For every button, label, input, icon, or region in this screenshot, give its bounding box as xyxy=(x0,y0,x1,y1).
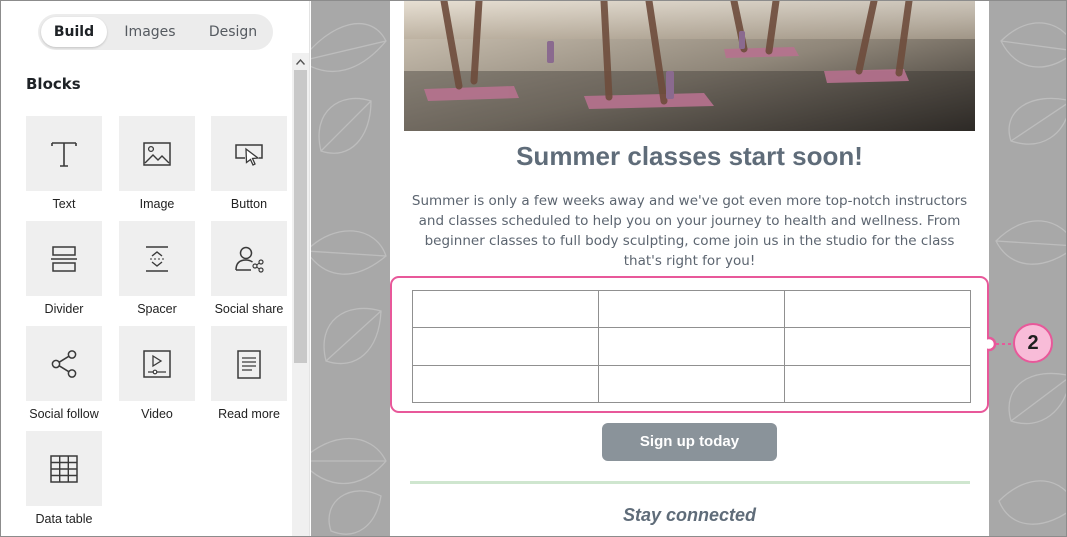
table-cell[interactable] xyxy=(784,364,971,404)
block-social-share[interactable]: Social share xyxy=(211,221,287,316)
stay-connected-heading[interactable]: Stay connected xyxy=(390,505,989,526)
sign-up-button[interactable]: Sign up today xyxy=(602,423,777,461)
block-label: Spacer xyxy=(137,302,177,316)
block-label: Social follow xyxy=(29,407,99,421)
social-follow-icon xyxy=(51,349,77,378)
read-more-icon xyxy=(237,349,261,379)
text-icon xyxy=(51,141,77,167)
divider-icon xyxy=(51,245,77,272)
data-table-icon xyxy=(50,454,78,483)
video-icon xyxy=(143,349,171,378)
block-image[interactable]: Image xyxy=(119,116,195,211)
email-body-text[interactable]: Summer is only a few weeks away and we'v… xyxy=(408,191,971,271)
image-icon xyxy=(143,141,171,166)
data-table-block[interactable] xyxy=(390,276,989,413)
block-divider[interactable]: Divider xyxy=(26,221,102,316)
button-icon xyxy=(235,143,263,166)
callout-badge: 2 xyxy=(1013,323,1053,363)
tab-build[interactable]: Build xyxy=(41,17,107,47)
table-cell[interactable] xyxy=(784,327,971,366)
scroll-up-arrow-icon[interactable] xyxy=(292,53,309,70)
tab-images[interactable]: Images xyxy=(115,17,185,47)
table-row xyxy=(412,327,971,366)
block-data-table[interactable]: Data table xyxy=(26,431,102,526)
social-share-icon xyxy=(235,246,264,273)
data-table[interactable] xyxy=(412,289,971,404)
blocks-heading: Blocks xyxy=(26,75,81,93)
yoga-class-photo xyxy=(404,1,975,131)
block-text[interactable]: Text xyxy=(26,116,102,211)
block-panel: Build Images Design Blocks Text Image Bu… xyxy=(1,1,310,536)
block-label: Data table xyxy=(35,512,93,526)
block-label: Video xyxy=(141,407,173,421)
email-preview: Summer classes start soon! Summer is onl… xyxy=(390,1,989,536)
panel-scrollbar[interactable] xyxy=(292,53,309,536)
block-label: Image xyxy=(139,197,175,211)
block-read-more[interactable]: Read more xyxy=(211,326,287,421)
tab-design[interactable]: Design xyxy=(196,17,270,47)
block-label: Social share xyxy=(214,302,284,316)
table-cell[interactable] xyxy=(598,327,785,366)
spacer-icon xyxy=(146,245,168,272)
table-cell[interactable] xyxy=(784,289,971,329)
block-social-follow[interactable]: Social follow xyxy=(26,326,102,421)
mode-tabs: Build Images Design xyxy=(38,14,273,50)
block-label: Divider xyxy=(44,302,84,316)
app-window: Build Images Design Blocks Text Image Bu… xyxy=(0,0,1067,537)
table-row xyxy=(412,289,971,329)
scrollbar-thumb[interactable] xyxy=(294,70,307,363)
table-row xyxy=(412,364,971,404)
block-label: Read more xyxy=(218,407,280,421)
block-label: Button xyxy=(230,197,268,211)
block-button[interactable]: Button xyxy=(211,116,287,211)
block-spacer[interactable]: Spacer xyxy=(119,221,195,316)
table-cell[interactable] xyxy=(598,364,785,404)
divider-line[interactable] xyxy=(410,481,970,484)
table-cell[interactable] xyxy=(598,289,785,329)
table-cell[interactable] xyxy=(412,289,599,329)
block-video[interactable]: Video xyxy=(119,326,195,421)
table-cell[interactable] xyxy=(412,327,599,366)
email-title[interactable]: Summer classes start soon! xyxy=(390,141,989,172)
block-label: Text xyxy=(52,197,76,211)
email-canvas: Summer classes start soon! Summer is onl… xyxy=(311,1,1066,536)
hero-image[interactable] xyxy=(404,1,975,131)
table-cell[interactable] xyxy=(412,364,599,404)
